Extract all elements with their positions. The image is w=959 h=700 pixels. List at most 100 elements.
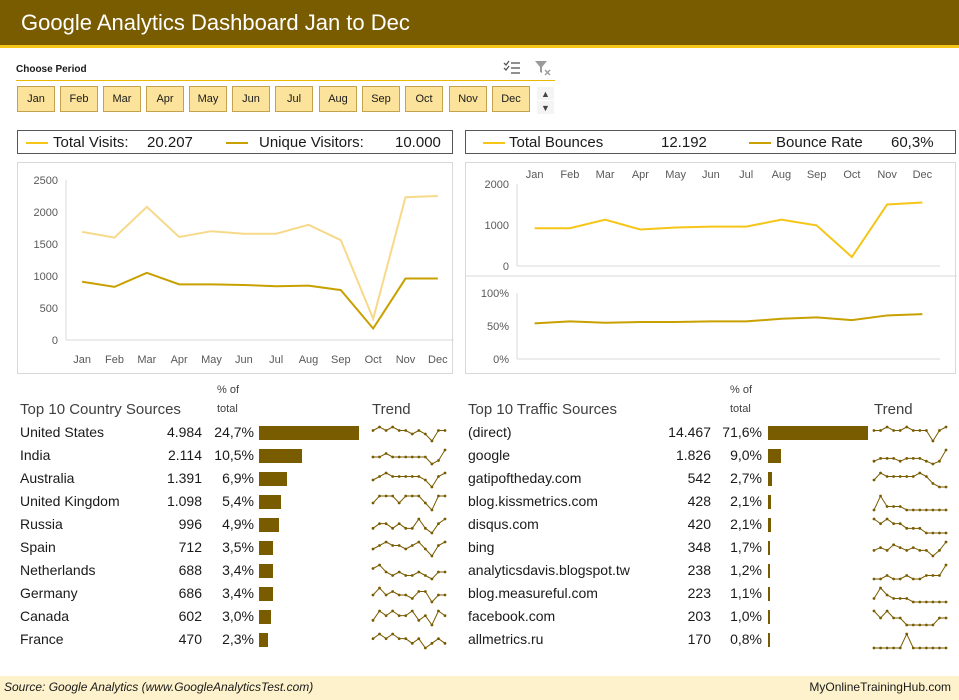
trend-sparkline — [872, 471, 948, 489]
sparkline-point — [885, 425, 889, 429]
sparkline-point — [911, 546, 915, 549]
month-button-jun[interactable]: Jun — [232, 86, 270, 112]
table-row: disqus.com 420 2,1% — [468, 514, 956, 537]
sparkline-point — [924, 429, 928, 432]
sparkline-point — [872, 478, 876, 482]
sparkline-point — [410, 526, 414, 530]
month-button-mar[interactable]: Mar — [103, 86, 141, 112]
y-tick-label: 500 — [40, 303, 58, 315]
sparkline-point — [885, 549, 889, 552]
sparkline-point — [879, 577, 882, 581]
sparkline-point — [892, 577, 896, 581]
share-bar — [259, 449, 302, 463]
share-bar — [768, 610, 770, 624]
y-tick-label: 2500 — [34, 175, 58, 187]
scroll-up-icon[interactable]: ▲ — [537, 87, 554, 100]
sparkline-point — [944, 616, 948, 620]
row-value: 686 — [178, 585, 202, 601]
sparkline-point — [404, 494, 408, 498]
series-line — [534, 313, 923, 325]
sparkline-point — [384, 593, 388, 597]
row-percent: 2,3% — [222, 631, 254, 647]
sparkline-path — [372, 633, 446, 649]
trend-sparkline — [872, 632, 948, 650]
month-button-aug[interactable]: Aug — [319, 86, 357, 112]
x-tick-label: May — [665, 169, 686, 181]
bounce-rate-value: 60,3% — [891, 134, 934, 151]
total-visits-value: 20.207 — [147, 134, 193, 151]
sparkline-point — [944, 563, 948, 567]
month-button-jul[interactable]: Jul — [275, 86, 313, 112]
sparkline-point — [417, 517, 421, 521]
sparkline-point — [378, 609, 381, 613]
row-value: 1.391 — [166, 470, 202, 486]
sparkline-point — [410, 432, 414, 436]
scroll-down-icon[interactable]: ▼ — [537, 101, 554, 114]
month-button-apr[interactable]: Apr — [146, 86, 184, 112]
month-button-feb[interactable]: Feb — [60, 86, 98, 112]
row-name: France — [20, 631, 64, 647]
sparkline-point — [391, 632, 395, 636]
x-tick-label: Sep — [807, 169, 827, 181]
trend-sparkline — [371, 540, 447, 558]
sparkline-point — [944, 540, 948, 544]
sparkline-point — [397, 614, 401, 618]
sparkline-point — [378, 632, 381, 636]
sparkline-point — [430, 577, 434, 581]
table-row: United States 4.984 24,7% — [20, 422, 460, 445]
sparkline-point — [918, 623, 922, 627]
sparkline-point — [437, 475, 440, 478]
trend-sparkline — [371, 563, 447, 581]
trend-sparkline — [371, 586, 447, 604]
share-bar — [768, 587, 770, 601]
sparkline-point — [944, 448, 948, 452]
month-button-dec[interactable]: Dec — [492, 86, 530, 112]
share-bar — [259, 495, 281, 509]
multi-select-icon[interactable] — [503, 60, 521, 76]
sparkline-point — [371, 526, 375, 530]
traffic-pct-header-line2: total — [730, 403, 751, 415]
sparkline-point — [872, 517, 876, 521]
sparkline-point — [391, 590, 395, 593]
clear-filter-icon[interactable] — [534, 60, 552, 76]
x-tick-label: Feb — [105, 354, 124, 366]
x-tick-label: Oct — [843, 169, 860, 181]
footer: Source: Google Analytics (www.GoogleAnal… — [0, 676, 959, 700]
month-button-may[interactable]: May — [189, 86, 227, 112]
sparkline-point — [443, 471, 447, 475]
sparkline-point — [378, 563, 381, 567]
table-row: gatipoftheday.com 542 2,7% — [468, 468, 956, 491]
trend-sparkline — [371, 609, 447, 627]
trend-sparkline — [872, 609, 948, 627]
total-visits-swatch — [26, 142, 48, 144]
trend-sparkline — [872, 540, 948, 558]
sparkline-point — [885, 574, 889, 577]
sparkline-point — [872, 577, 876, 581]
sparkline-point — [905, 526, 909, 530]
unique-visitors-swatch — [226, 142, 248, 144]
credit-link[interactable]: MyOnlineTrainingHub.com — [809, 680, 951, 694]
table-row: Australia 1.391 6,9% — [20, 468, 460, 491]
trend-sparkline — [371, 494, 447, 512]
sparkline-point — [410, 574, 414, 577]
sparkline-point — [384, 522, 388, 526]
sparkline-point — [437, 459, 440, 462]
sparkline-point — [437, 522, 440, 526]
sparkline-point — [397, 475, 401, 478]
sparkline-path — [873, 518, 946, 534]
month-button-jan[interactable]: Jan — [17, 86, 55, 112]
table-row: Netherlands 688 3,4% — [20, 560, 460, 583]
sparkline-point — [371, 455, 375, 459]
visits-legend: Total Visits: 20.207 Unique Visitors: 10… — [17, 130, 453, 154]
sparkline-point — [404, 475, 408, 478]
y-tick-label: 0 — [52, 335, 58, 347]
sparkline-point — [417, 590, 421, 593]
row-name: disqus.com — [468, 516, 539, 532]
sparkline-point — [879, 616, 882, 620]
month-button-nov[interactable]: Nov — [449, 86, 487, 112]
month-button-sep[interactable]: Sep — [362, 86, 400, 112]
sparkline-point — [911, 429, 915, 432]
sparkline-point — [384, 570, 388, 574]
total-bounces-value: 12.192 — [661, 134, 707, 151]
month-button-oct[interactable]: Oct — [405, 86, 443, 112]
